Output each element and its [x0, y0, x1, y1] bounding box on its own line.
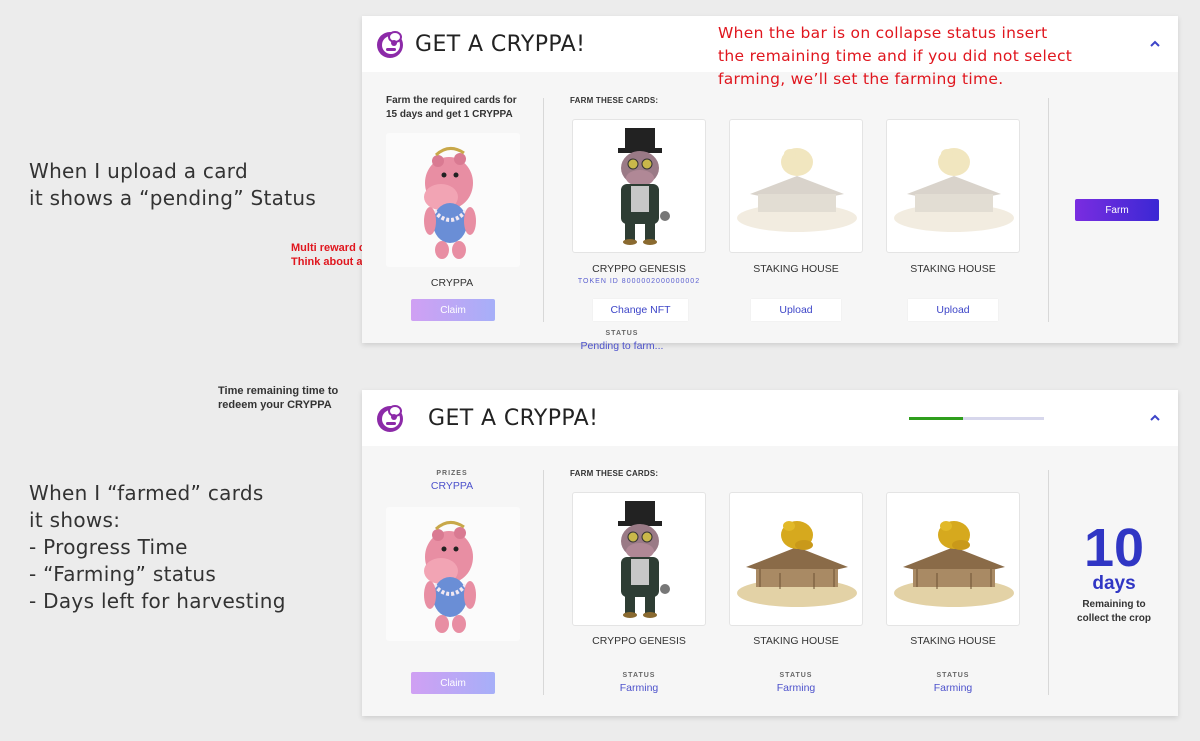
note-farmed-line5: - Days left for harvesting — [29, 589, 286, 613]
claim-button[interactable]: Claim — [411, 299, 495, 321]
reward-description-line1: Farm the required cards for — [386, 95, 517, 106]
prize-name: CRYPPA — [430, 480, 474, 492]
note-time-line1: Time remaining time to — [218, 385, 339, 397]
days-desc-line2: collect the crop — [1077, 613, 1151, 624]
days-left-description: Remaining to collect the crop — [1054, 598, 1174, 626]
note-farmed-line4: - “Farming” status — [29, 562, 217, 586]
chevron-up-icon[interactable] — [1149, 412, 1161, 424]
token-id-value: 8000002000000002 — [621, 278, 701, 285]
prizes-label: PRIZES — [436, 470, 468, 477]
days-left-number: 10 — [1083, 518, 1145, 578]
status-pending: Pending to farm... — [580, 340, 664, 352]
cryppa-logo-icon — [377, 31, 403, 58]
cryppo-genesis-image — [618, 501, 670, 618]
note-farmed-line1: When I “farmed” cards — [29, 481, 264, 505]
note-time-remaining: Time remaining time to redeem your CRYPP… — [218, 384, 338, 412]
note-collapse-line1: When the bar is on collapse status inser… — [718, 24, 1048, 42]
status-label: STATUS — [779, 672, 813, 679]
divider — [543, 98, 544, 322]
days-desc-line1: Remaining to — [1082, 599, 1146, 610]
panel-title: GET A CRYPPA! — [415, 32, 586, 57]
staking-house-faded-image — [894, 148, 1014, 232]
cryppa-panel-pending: GET A CRYPPA! When the bar is on collaps… — [362, 16, 1178, 343]
change-nft-button[interactable]: Change NFT — [593, 299, 688, 321]
chevron-up-icon[interactable] — [1149, 38, 1161, 50]
card-name: STAKING HOUSE — [910, 263, 996, 275]
card-name: STAKING HOUSE — [910, 635, 996, 647]
token-id: TOKEN ID 8000002000000002 — [559, 278, 719, 285]
reward-description-line2: 15 days and get 1 CRYPPA — [386, 109, 513, 120]
farm-these-cards-label: FARM THESE CARDS: — [570, 469, 659, 478]
card-name: STAKING HOUSE — [753, 263, 839, 275]
cryppa-hippo-image — [424, 521, 476, 633]
days-left-unit: days — [1092, 573, 1136, 594]
status-farming: Farming — [933, 682, 973, 694]
note-collapse-line2: the remaining time and if you did not se… — [718, 47, 1073, 65]
farm-button[interactable]: Farm — [1075, 199, 1159, 221]
reward-description: Farm the required cards for 15 days and … — [386, 94, 517, 122]
divider — [1048, 470, 1049, 695]
note-collapse-line3: farming, we’ll set the farming time. — [718, 70, 1004, 88]
note-farmed-line3: - Progress Time — [29, 535, 188, 559]
staking-house-image — [894, 521, 1014, 607]
cryppa-hippo-image — [424, 147, 476, 259]
note-upload-line1: When I upload a card — [29, 159, 248, 183]
token-id-label: TOKEN ID — [577, 278, 619, 285]
note-farmed-line2: it shows: — [29, 508, 121, 532]
upload-button[interactable]: Upload — [751, 299, 841, 321]
divider — [1048, 98, 1049, 322]
status-label: STATUS — [936, 672, 970, 679]
card-cryppo-genesis[interactable] — [572, 119, 706, 253]
reward-image — [386, 507, 520, 641]
card-staking-house-1[interactable] — [729, 492, 863, 626]
staking-house-image — [737, 521, 857, 607]
upload-button[interactable]: Upload — [908, 299, 998, 321]
card-staking-house-1[interactable] — [729, 119, 863, 253]
card-name: CRYPPO GENESIS — [592, 635, 686, 647]
divider — [543, 470, 544, 695]
cryppa-logo-icon — [377, 405, 403, 432]
status-label: STATUS — [605, 330, 639, 337]
note-collapse: When the bar is on collapse status inser… — [718, 22, 1072, 91]
reward-name: CRYPPA — [430, 277, 474, 289]
status-label: STATUS — [622, 672, 656, 679]
time-progress-fill — [909, 417, 963, 420]
card-cryppo-genesis[interactable] — [572, 492, 706, 626]
card-staking-house-2[interactable] — [886, 119, 1020, 253]
cryppo-genesis-image — [618, 128, 670, 245]
status-farming: Farming — [619, 682, 659, 694]
card-name: CRYPPO GENESIS — [592, 263, 686, 275]
cryppa-panel-farming: GET A CRYPPA! PRIZES CRYPPA Claim FARM T… — [362, 390, 1178, 716]
staking-house-faded-image — [737, 148, 857, 232]
note-time-line2: redeem your CRYPPA — [218, 399, 332, 411]
panel-title: GET A CRYPPA! — [428, 406, 599, 431]
reward-image — [386, 133, 520, 267]
claim-button[interactable]: Claim — [411, 672, 495, 694]
note-upload-line2: it shows a “pending” Status — [29, 186, 317, 210]
card-name: STAKING HOUSE — [753, 635, 839, 647]
status-farming: Farming — [776, 682, 816, 694]
note-farmed: When I “farmed” cards it shows: - Progre… — [29, 480, 286, 615]
time-progress-bar — [909, 417, 1044, 420]
note-upload: When I upload a card it shows a “pending… — [29, 158, 316, 212]
card-staking-house-2[interactable] — [886, 492, 1020, 626]
panel-header: GET A CRYPPA! — [362, 390, 1178, 446]
farm-these-cards-label: FARM THESE CARDS: — [570, 96, 659, 105]
